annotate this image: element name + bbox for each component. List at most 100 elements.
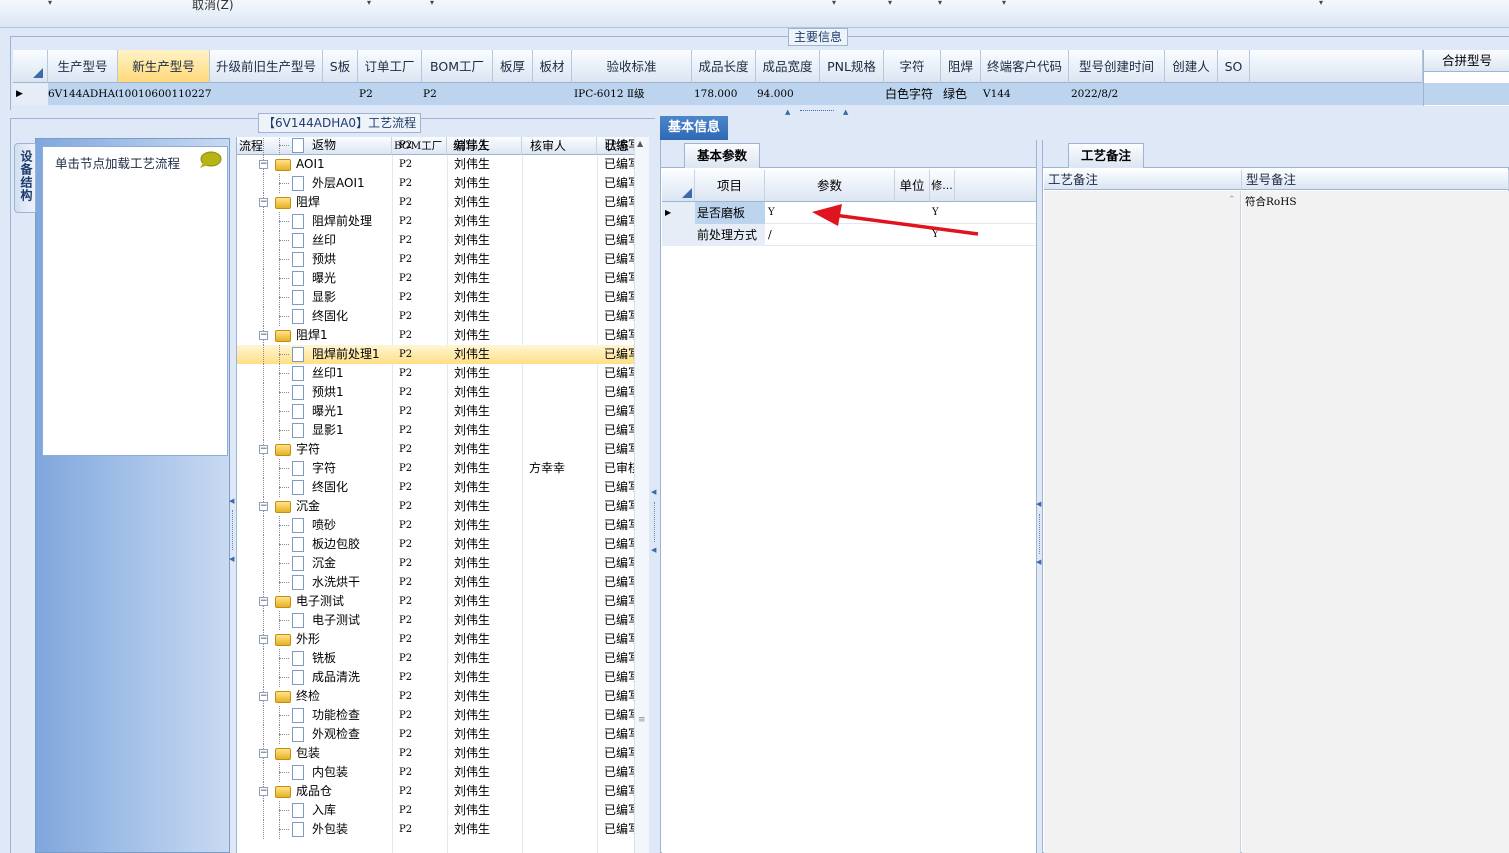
cell-solder[interactable]: 绿色 bbox=[943, 83, 968, 105]
tree-row[interactable]: 显影 P2 刘伟生 已编写 bbox=[237, 288, 635, 307]
splitter-up-icon[interactable]: ▲ bbox=[843, 108, 848, 116]
vertical-splitter[interactable]: ◀ ◀ bbox=[651, 118, 659, 853]
tree-row[interactable]: − 成品仓 P2 刘伟生 已编写 bbox=[237, 782, 635, 801]
collapse-left-icon[interactable]: ◀ bbox=[1036, 558, 1041, 566]
tree-row[interactable]: − 终检 P2 刘伟生 已编写 bbox=[237, 687, 635, 706]
dropdown-arrow-icon[interactable]: ▾ bbox=[1319, 0, 1323, 7]
tree-row[interactable]: 预烘1 P2 刘伟生 已编写 bbox=[237, 383, 635, 402]
tree-row[interactable]: 外层AOI1 P2 刘伟生 已编写 bbox=[237, 174, 635, 193]
tree-row[interactable]: 外包装 P2 刘伟生 已编写 bbox=[237, 820, 635, 839]
merge-model-cell[interactable] bbox=[1424, 83, 1509, 105]
scroll-up-icon[interactable]: ⌃ bbox=[1228, 195, 1236, 205]
tree-row[interactable]: 终固化 P2 刘伟生 已编写 bbox=[237, 307, 635, 326]
tab-basic-info[interactable]: 基本信息 bbox=[660, 116, 728, 140]
param-col-unit[interactable]: 单位 bbox=[895, 170, 930, 202]
tree-row[interactable]: 功能检查 P2 刘伟生 已编写 bbox=[237, 706, 635, 725]
merge-model-header[interactable]: 合拼型号 bbox=[1424, 50, 1509, 72]
tree-row[interactable]: 丝印1 P2 刘伟生 已编写 bbox=[237, 364, 635, 383]
col-header-creator[interactable]: 创建人 bbox=[1165, 50, 1218, 83]
tree-row[interactable]: 喷砂 P2 刘伟生 已编写 bbox=[237, 516, 635, 535]
col-header-material[interactable]: 板材 bbox=[533, 50, 572, 83]
dropdown-arrow-icon[interactable]: ▾ bbox=[938, 0, 942, 7]
tree-row[interactable]: − 阻焊 P2 刘伟生 已编写 bbox=[237, 193, 635, 212]
collapse-left-icon[interactable]: ◀ bbox=[229, 497, 234, 505]
tree-row[interactable]: 成品清洗 P2 刘伟生 已编写 bbox=[237, 668, 635, 687]
model-remark-textarea[interactable]: 符合RoHS bbox=[1242, 191, 1509, 853]
param-item[interactable]: 是否磨板 bbox=[695, 202, 765, 224]
collapse-node-icon[interactable]: − bbox=[259, 198, 268, 207]
cell-prod-model[interactable]: 6V144ADHA0 bbox=[48, 83, 122, 105]
tree-row[interactable]: 丝印 P2 刘伟生 已编写 bbox=[237, 231, 635, 250]
collapse-left-icon[interactable]: ◀ bbox=[229, 555, 234, 563]
param-col-item[interactable]: 项目 bbox=[695, 170, 765, 202]
cell-customer-code[interactable]: V144 bbox=[983, 83, 1011, 105]
col-header-so[interactable]: SO bbox=[1218, 50, 1250, 83]
cell-bom-factory[interactable]: P2 bbox=[423, 83, 437, 105]
collapse-node-icon[interactable]: − bbox=[259, 445, 268, 454]
tree-row[interactable]: − 外形 P2 刘伟生 已编写 bbox=[237, 630, 635, 649]
tree-row[interactable]: 沉金 P2 刘伟生 已编写 bbox=[237, 554, 635, 573]
collapse-left-icon[interactable]: ◀ bbox=[1036, 500, 1041, 508]
col-header-customer-code[interactable]: 终端客户代码 bbox=[981, 50, 1069, 83]
node-load-box[interactable]: 单击节点加载工艺流程 bbox=[42, 146, 228, 456]
scroll-thumb-grip[interactable]: ≡ bbox=[638, 715, 646, 725]
tree-row[interactable]: 曝光1 P2 刘伟生 已编写 bbox=[237, 402, 635, 421]
tree-scrollbar[interactable]: ▲ ≡ bbox=[634, 137, 649, 853]
collapse-node-icon[interactable]: − bbox=[259, 749, 268, 758]
cell-acceptance[interactable]: IPC-6012 Ⅱ级 bbox=[574, 83, 645, 105]
cancel-button[interactable]: 取消(Z) bbox=[192, 0, 234, 13]
param-col-value[interactable]: 参数 bbox=[765, 170, 895, 202]
cell-order-factory[interactable]: P2 bbox=[359, 83, 373, 105]
tree-row[interactable]: 板边包胶 P2 刘伟生 已编写 bbox=[237, 535, 635, 554]
tree-row[interactable]: 阻焊前处理 P2 刘伟生 已编写 bbox=[237, 212, 635, 231]
param-item[interactable]: 前处理方式 bbox=[695, 224, 765, 246]
collapse-left-icon[interactable]: ◀ bbox=[651, 546, 656, 554]
cell-width[interactable]: 94.000 bbox=[757, 83, 794, 105]
splitter-grip[interactable] bbox=[654, 502, 656, 542]
dropdown-arrow-icon[interactable]: ▾ bbox=[832, 0, 836, 7]
col-header-char[interactable]: 字符 bbox=[884, 50, 941, 83]
collapse-node-icon[interactable]: − bbox=[259, 635, 268, 644]
tree-row[interactable]: − 沉金 P2 刘伟生 已编写 bbox=[237, 497, 635, 516]
col-header-solder[interactable]: 阻焊 bbox=[941, 50, 981, 83]
tree-row[interactable]: 内包装 P2 刘伟生 已编写 bbox=[237, 763, 635, 782]
col-header-prod-model[interactable]: 生产型号 bbox=[48, 50, 118, 83]
tree-row[interactable]: 显影1 P2 刘伟生 已编写 bbox=[237, 421, 635, 440]
col-header-old-prod-model[interactable]: 升级前旧生产型号 bbox=[210, 50, 323, 83]
splitter-up-icon[interactable]: ▲ bbox=[785, 108, 790, 116]
scroll-up-icon[interactable]: ▲ bbox=[637, 139, 643, 148]
right-splitter-grip[interactable] bbox=[1039, 514, 1041, 554]
tab-basic-params[interactable]: 基本参数 bbox=[684, 143, 760, 168]
collapse-node-icon[interactable]: − bbox=[259, 502, 268, 511]
col-header-length[interactable]: 成品长度 bbox=[692, 50, 756, 83]
collapse-node-icon[interactable]: − bbox=[259, 597, 268, 606]
craft-remark-textarea[interactable]: ⌃ bbox=[1044, 191, 1241, 853]
horizontal-splitter[interactable]: ▲ ▲ bbox=[0, 108, 1509, 116]
cell-length[interactable]: 178.000 bbox=[694, 83, 738, 105]
tree-row[interactable]: 预烘 P2 刘伟生 已编写 bbox=[237, 250, 635, 269]
splitter-grip[interactable] bbox=[800, 110, 834, 112]
col-header-pnl[interactable]: PNL规格 bbox=[820, 50, 884, 83]
tree-row[interactable]: 终固化 P2 刘伟生 已编写 bbox=[237, 478, 635, 497]
collapse-node-icon[interactable]: − bbox=[259, 692, 268, 701]
cell-char[interactable]: 白色字符 bbox=[885, 83, 934, 105]
dropdown-arrow-icon[interactable]: ▾ bbox=[367, 0, 371, 7]
tree-row[interactable]: 入库 P2 刘伟生 已编写 bbox=[237, 801, 635, 820]
tree-row[interactable]: 水洗烘干 P2 刘伟生 已编写 bbox=[237, 573, 635, 592]
left-splitter-grip[interactable] bbox=[232, 510, 234, 550]
tree-row[interactable]: 电子测试 P2 刘伟生 已编写 bbox=[237, 611, 635, 630]
dropdown-arrow-icon[interactable]: ▾ bbox=[48, 0, 52, 7]
collapse-node-icon[interactable]: − bbox=[259, 787, 268, 796]
tree-row[interactable]: − 包装 P2 刘伟生 已编写 bbox=[237, 744, 635, 763]
tab-craft-remark[interactable]: 工艺备注 bbox=[1068, 143, 1144, 168]
col-header-created-time[interactable]: 型号创建时间 bbox=[1069, 50, 1165, 83]
dropdown-arrow-icon[interactable]: ▾ bbox=[888, 0, 892, 7]
dropdown-arrow-icon[interactable]: ▾ bbox=[430, 0, 434, 7]
tree-row[interactable]: − 字符 P2 刘伟生 已编写 bbox=[237, 440, 635, 459]
tab-device-structure[interactable]: 设备结构 bbox=[14, 143, 36, 213]
tree-row[interactable]: 曝光 P2 刘伟生 已编写 bbox=[237, 269, 635, 288]
tree-row[interactable]: 字符 P2 刘伟生 方幸幸 已审核 bbox=[237, 459, 635, 478]
col-header-s-board[interactable]: S板 bbox=[323, 50, 358, 83]
dropdown-arrow-icon[interactable]: ▾ bbox=[1002, 0, 1006, 7]
tree-row[interactable]: − 电子测试 P2 刘伟生 已编写 bbox=[237, 592, 635, 611]
